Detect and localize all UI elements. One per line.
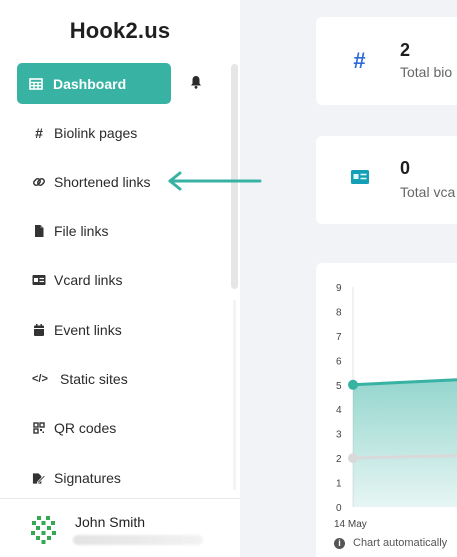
y-tick-label: 7	[336, 332, 342, 343]
sidebar-item-label: Event links	[54, 322, 122, 338]
x-tick-label: 14 May	[334, 519, 367, 530]
y-tick-label: 5	[336, 381, 342, 392]
sidebar-item-vcard-links[interactable]: Vcard links	[32, 268, 122, 292]
sidebar-item-biolink-pages[interactable]: # Biolink pages	[32, 121, 137, 145]
id-card-icon	[32, 273, 46, 287]
sidebar-item-label: Shortened links	[54, 174, 151, 190]
y-tick-label: 3	[336, 430, 342, 441]
line-chart: 0 1 2 3 4 5 6 7 8 9 14 May	[334, 283, 457, 530]
stat-label: Total vca	[400, 184, 456, 200]
user-email-blurred	[73, 535, 203, 545]
id-card-icon	[350, 169, 370, 190]
stat-icon-bg: #	[333, 35, 386, 87]
annotation-arrow	[168, 171, 262, 191]
sidebar-item-file-links[interactable]: File links	[32, 219, 108, 243]
file-icon	[32, 224, 46, 238]
chart-footnote: i Chart automatically	[334, 537, 447, 549]
user-name[interactable]: John Smith	[75, 514, 145, 530]
brand-logo[interactable]: Hook2.us	[0, 18, 240, 44]
table-icon	[29, 77, 43, 91]
sidebar-item-label: Static sites	[60, 371, 128, 387]
sidebar: Hook2.us Dashboard # Biolink pages Short…	[0, 0, 240, 557]
y-tick-label: 8	[336, 307, 342, 318]
link-icon	[32, 175, 46, 189]
data-point	[348, 453, 358, 464]
sidebar-item-dashboard[interactable]: Dashboard	[17, 63, 171, 104]
sidebar-item-label: Dashboard	[53, 75, 127, 92]
divider	[0, 498, 240, 499]
y-tick-label: 9	[336, 283, 342, 294]
y-tick-label: 4	[336, 405, 342, 416]
avatar[interactable]	[27, 512, 60, 545]
code-icon: </>	[32, 373, 48, 385]
stat-label: Total bio	[400, 64, 453, 80]
info-icon: i	[334, 537, 345, 549]
sidebar-item-qr-codes[interactable]: QR codes	[32, 416, 116, 440]
series-area	[353, 379, 457, 507]
data-point	[348, 379, 358, 390]
y-tick-label: 2	[336, 454, 342, 465]
sidebar-item-event-links[interactable]: Event links	[32, 318, 122, 342]
sidebar-item-label: Signatures	[54, 470, 121, 486]
hash-icon: #	[35, 125, 43, 141]
stat-icon-bg	[333, 153, 386, 205]
bell-icon[interactable]	[190, 75, 204, 91]
qrcode-icon	[32, 421, 46, 435]
y-tick-label: 1	[336, 479, 342, 490]
y-tick-label: 6	[336, 356, 342, 367]
sidebar-item-shortened-links[interactable]: Shortened links	[32, 170, 151, 194]
stat-value: 2	[400, 40, 411, 60]
hash-icon: #	[353, 48, 366, 73]
calendar-icon	[32, 323, 46, 337]
sidebar-item-signatures[interactable]: Signatures	[32, 466, 121, 490]
sidebar-item-label: Vcard links	[54, 272, 123, 288]
y-tick-label: 0	[336, 503, 342, 514]
stat-value: 0	[400, 158, 411, 178]
sidebar-scrollbar-track	[233, 300, 236, 490]
sidebar-item-static-sites[interactable]: </> Static sites	[32, 367, 128, 391]
signature-icon	[32, 471, 46, 485]
sidebar-item-label: QR codes	[54, 420, 117, 436]
sidebar-item-label: Biolink pages	[54, 125, 138, 141]
chart-footnote-text: Chart automatically	[353, 537, 448, 549]
sidebar-item-label: File links	[54, 223, 109, 239]
